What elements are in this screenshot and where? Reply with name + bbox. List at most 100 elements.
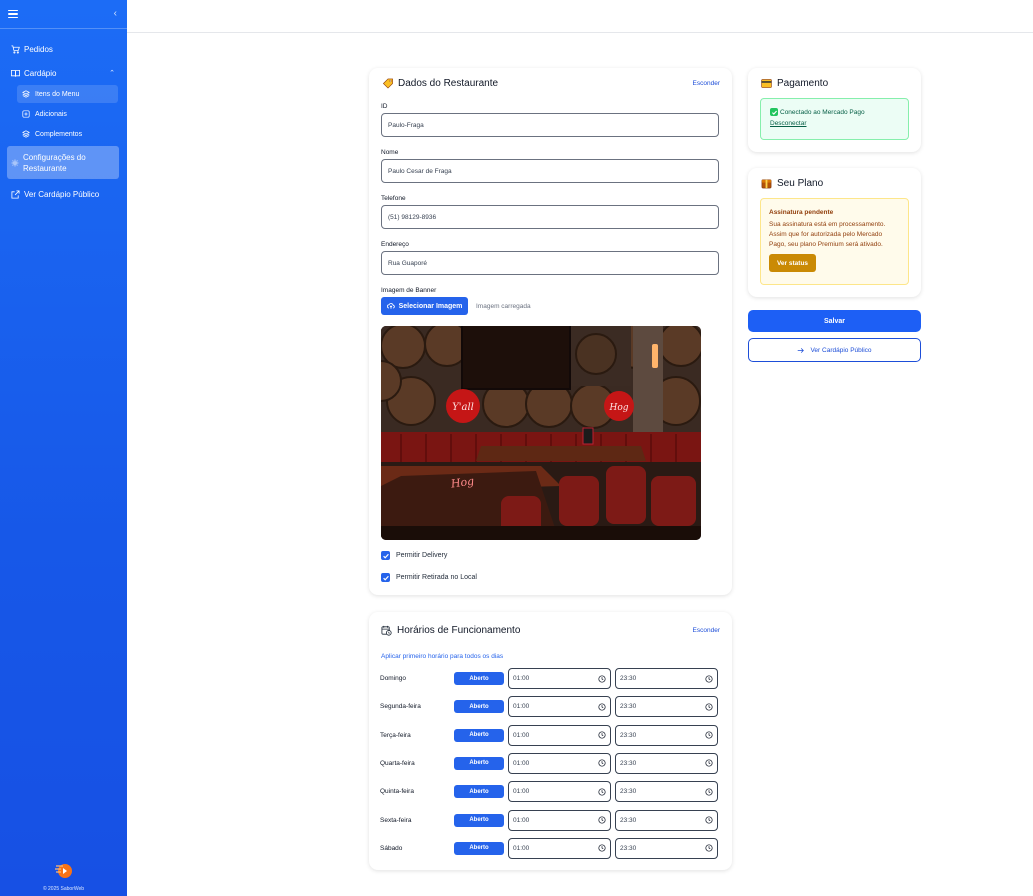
clock-icon xyxy=(598,788,606,796)
menu-icon[interactable] xyxy=(8,10,18,18)
copyright: © 2025 SaborWeb xyxy=(42,886,85,892)
open-status-toggle[interactable]: Aberto xyxy=(454,785,504,799)
connected-text: Conectado ao Mercado Pago xyxy=(780,108,865,116)
arrow-right-icon xyxy=(797,347,805,354)
select-image-button[interactable]: Selecionar Imagem xyxy=(381,297,468,315)
select-image-label: Selecionar Imagem xyxy=(398,302,463,310)
close-time-input[interactable]: 23:30 xyxy=(615,781,718,803)
sidebar-item-label: Cardápio xyxy=(24,68,57,78)
clock-icon xyxy=(598,759,606,767)
sidebar-item-configuracoes[interactable]: Configurações do Restaurante xyxy=(7,146,119,179)
view-status-button[interactable]: Ver status xyxy=(769,254,816,272)
time-value: 01:00 xyxy=(513,675,530,682)
time-value: 23:30 xyxy=(620,759,637,767)
time-value: 23:30 xyxy=(620,788,637,796)
calendar-clock-icon xyxy=(381,625,394,636)
book-icon xyxy=(11,69,20,78)
id-input[interactable]: Paulo-Fraga xyxy=(381,113,719,137)
day-label: Quarta-feira xyxy=(380,759,415,767)
clock-icon xyxy=(598,844,606,852)
hours-card: Horários de Funcionamento Esconder Aplic… xyxy=(369,612,732,870)
view-public-menu-button[interactable]: Ver Cardápio Público xyxy=(748,338,921,362)
phone-input[interactable]: (51) 98129-8936 xyxy=(381,205,719,229)
close-time-input[interactable]: 23:30 xyxy=(615,696,718,718)
sidebar-item-pedidos[interactable]: Pedidos xyxy=(0,37,127,61)
sidebar-item-cardapio-publico[interactable]: Ver Cardápio Público xyxy=(0,182,127,206)
sidebar-item-label: Restaurante xyxy=(23,163,67,173)
hide-restaurant-link[interactable]: Esconder xyxy=(693,80,720,87)
sidebar-item-label: Pedidos xyxy=(24,44,53,54)
time-value: 01:00 xyxy=(513,844,530,852)
clock-icon xyxy=(705,816,713,824)
open-time-input[interactable]: 01:00 xyxy=(508,668,611,689)
disconnect-link[interactable]: Desconectar xyxy=(770,120,908,127)
close-time-input[interactable]: 23:30 xyxy=(615,837,718,859)
day-label: Domingo xyxy=(380,675,407,682)
field-label: Nome xyxy=(381,149,399,156)
clock-icon xyxy=(705,674,713,683)
open-time-input[interactable]: 01:00 xyxy=(508,696,611,718)
sidebar-item-cardapio[interactable]: Cardápio ⌃ xyxy=(0,61,127,85)
field-label: Imagem de Banner xyxy=(381,287,437,294)
open-status-toggle[interactable]: Aberto xyxy=(454,728,504,742)
payment-card: Pagamento Conectado ao Mercado Pago Desc… xyxy=(748,68,921,152)
open-status-toggle[interactable]: Aberto xyxy=(454,672,504,685)
clock-icon xyxy=(705,788,713,796)
time-value: 23:30 xyxy=(620,703,637,711)
field-label: ID xyxy=(381,103,388,110)
open-time-input[interactable]: 01:00 xyxy=(508,724,611,746)
close-time-input[interactable]: 23:30 xyxy=(615,668,718,689)
sidebar-item-label: Adicionais xyxy=(35,110,67,118)
pickup-checkbox-row[interactable]: Permitir Retirada no Local xyxy=(381,573,477,582)
address-input[interactable]: Rua Guaporé xyxy=(381,251,719,275)
sidebar-item-itens[interactable]: Itens do Menu xyxy=(17,85,118,103)
open-status-toggle[interactable]: Aberto xyxy=(454,841,504,855)
sidebar-item-complementos[interactable]: Complementos xyxy=(17,125,118,143)
payment-status-box: Conectado ao Mercado Pago Desconectar xyxy=(760,98,909,140)
field-label: Telefone xyxy=(381,195,406,202)
open-status-toggle[interactable]: Aberto xyxy=(454,813,504,827)
name-input[interactable]: Paulo Cesar de Fraga xyxy=(381,159,719,183)
cardapio-submenu: Itens do Menu Adicionais Complementos xyxy=(0,85,127,143)
check-icon xyxy=(770,108,778,116)
external-link-icon xyxy=(11,189,20,199)
delivery-checkbox-row[interactable]: Permitir Delivery xyxy=(381,551,447,560)
open-status-toggle[interactable]: Aberto xyxy=(454,756,504,770)
clock-icon xyxy=(705,703,713,711)
card-title: Seu Plano xyxy=(777,178,824,189)
schedule-row: Segunda-feira Aberto 01:00 23:30 xyxy=(380,696,719,718)
pending-text: Sua assinatura está em processamento. As… xyxy=(769,221,886,248)
close-time-input[interactable]: 23:30 xyxy=(615,809,718,831)
day-label: Terça-feira xyxy=(380,731,411,739)
chevron-left-icon[interactable]: ‹ xyxy=(114,9,117,19)
hide-hours-link[interactable]: Esconder xyxy=(693,627,720,634)
sidebar-header: ‹ xyxy=(0,0,127,29)
open-status-toggle[interactable]: Aberto xyxy=(454,700,504,714)
clock-icon xyxy=(598,703,606,711)
sidebar-item-adicionais[interactable]: Adicionais xyxy=(17,105,118,123)
save-button[interactable]: Salvar xyxy=(748,310,921,332)
top-bar xyxy=(127,0,1033,33)
schedule-row: Terça-feira Aberto 01:00 23:30 xyxy=(380,724,719,746)
open-time-input[interactable]: 01:00 xyxy=(508,809,611,831)
chevron-up-icon: ⌃ xyxy=(109,70,115,77)
checkbox-checked-icon[interactable] xyxy=(381,573,390,582)
upload-icon xyxy=(386,302,395,310)
image-status: Imagem carregada xyxy=(476,302,531,310)
clock-icon xyxy=(705,759,713,767)
schedule-row: Domingo Aberto 01:00 23:30 xyxy=(380,668,719,689)
time-value: 01:00 xyxy=(513,731,530,739)
clock-icon xyxy=(598,674,606,683)
day-label: Sexta-feira xyxy=(380,816,412,824)
plus-square-icon xyxy=(22,110,30,118)
open-time-input[interactable]: 01:00 xyxy=(508,781,611,803)
close-time-input[interactable]: 23:30 xyxy=(615,752,718,774)
open-time-input[interactable]: 01:00 xyxy=(508,837,611,859)
banner-image: Y'all Hog Hog xyxy=(381,326,701,540)
save-label: Salvar xyxy=(823,317,846,325)
pending-title: Assinatura pendente xyxy=(769,209,834,216)
checkbox-checked-icon[interactable] xyxy=(381,551,390,560)
close-time-input[interactable]: 23:30 xyxy=(615,724,718,746)
apply-all-link[interactable]: Aplicar primeiro horário para todos os d… xyxy=(381,653,503,660)
open-time-input[interactable]: 01:00 xyxy=(508,752,611,774)
